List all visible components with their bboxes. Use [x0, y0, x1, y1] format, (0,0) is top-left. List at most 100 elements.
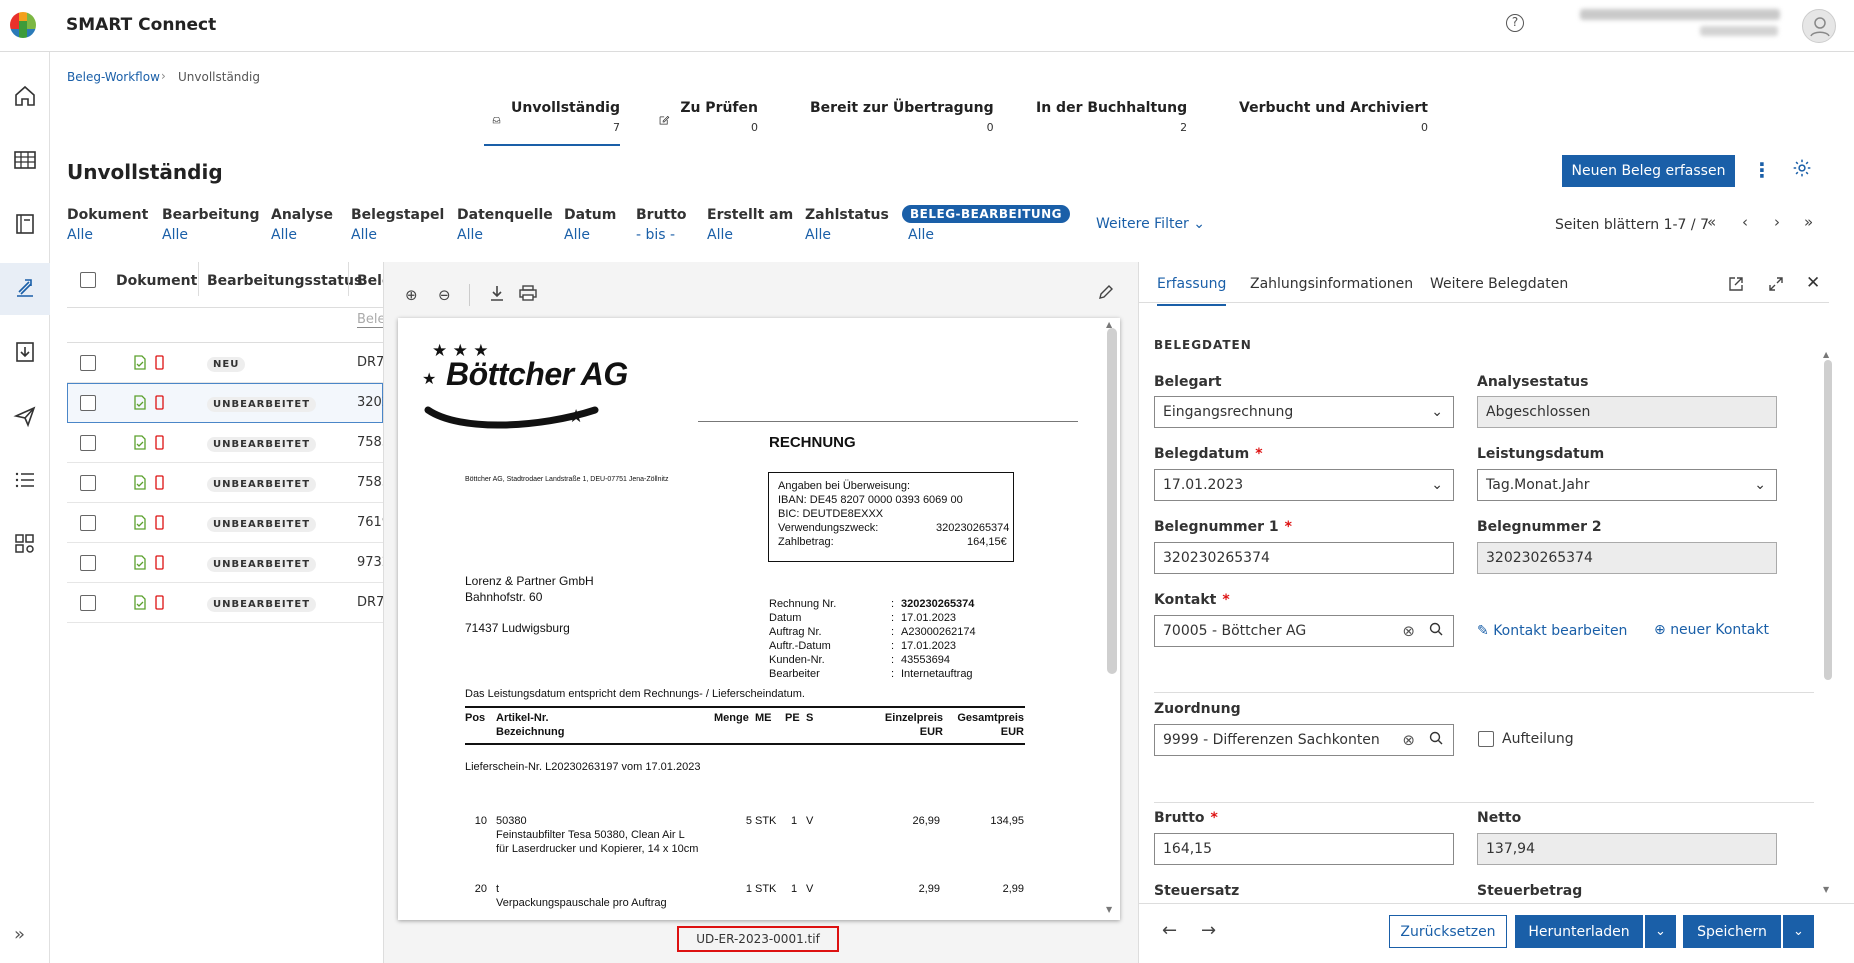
breadcrumb-parent[interactable]: Beleg-Workflow	[67, 70, 160, 84]
prev-document-icon[interactable]: ←	[1162, 920, 1177, 941]
table-icon[interactable]	[10, 145, 40, 175]
col-einzelpreis: Einzelpreis	[884, 712, 943, 724]
company-name: Böttcher AG	[446, 356, 628, 392]
filter-bearbeitung[interactable]: Bearbeitung Alle	[162, 207, 259, 243]
reset-button[interactable]: Zurücksetzen	[1389, 915, 1507, 948]
filter-datum[interactable]: Datum Alle	[564, 207, 616, 243]
payment-ref-value: 320230265374	[936, 522, 1010, 534]
tab-zu-pruefen[interactable]: Zu Prüfen 0	[658, 100, 758, 146]
col-eur-1: EUR	[919, 726, 943, 738]
belegdatum-field[interactable]: 17.01.2023 ⌄	[1154, 469, 1454, 501]
settings-grid-icon[interactable]	[10, 529, 40, 559]
filter-beleg-bearbeitung[interactable]: BELEG-BEARBEITUNG Alle	[902, 205, 1071, 243]
more-options-icon[interactable]: ⋮	[1752, 158, 1772, 182]
scroll-up-icon[interactable]: ▲	[1823, 350, 1829, 359]
row-checkbox[interactable]	[80, 515, 96, 531]
open-external-icon[interactable]	[1728, 276, 1744, 296]
mobile-icon	[155, 395, 164, 414]
filter-dokument[interactable]: Dokument Alle	[67, 207, 148, 243]
close-icon[interactable]: ✕	[1806, 273, 1820, 293]
row-checkbox[interactable]	[80, 595, 96, 611]
col-s: S	[806, 712, 814, 724]
item-pos: 20	[474, 883, 487, 895]
row-checkbox[interactable]	[80, 395, 96, 411]
filter-erstellt-am[interactable]: Erstellt am Alle	[707, 207, 793, 243]
new-document-button[interactable]: Neuen Beleg erfassen	[1562, 155, 1735, 187]
inbox-icon	[492, 117, 501, 124]
col-dokument[interactable]: Dokument	[116, 273, 197, 289]
search-icon	[1429, 622, 1443, 640]
row-checkbox[interactable]	[80, 475, 96, 491]
kontakt-field[interactable]: 70005 - Böttcher AG ⊗	[1154, 615, 1454, 647]
row-checkbox[interactable]	[80, 355, 96, 371]
download-icon[interactable]	[489, 284, 505, 306]
gear-icon[interactable]	[1792, 158, 1812, 182]
item-gesamtpreis: 134,95	[990, 815, 1024, 827]
edit-contact-link[interactable]: ✎ Kontakt bearbeiten	[1477, 623, 1627, 639]
download-button[interactable]: Herunterladen	[1515, 915, 1643, 948]
expand-sidebar-icon[interactable]: »	[14, 924, 25, 945]
filter-brutto[interactable]: Brutto - bis -	[636, 207, 687, 243]
next-document-icon[interactable]: →	[1201, 920, 1216, 941]
filter-zahlstatus[interactable]: Zahlstatus Alle	[805, 207, 889, 243]
save-button[interactable]: Speichern	[1683, 915, 1781, 948]
scroll-down-icon[interactable]: ▼	[1823, 885, 1829, 894]
scroll-up-icon[interactable]: ▲	[1106, 320, 1112, 329]
label-brutto: Brutto *	[1154, 810, 1218, 826]
workflow-icon[interactable]	[10, 273, 40, 303]
brutto-field[interactable]: 164,15	[1154, 833, 1454, 865]
tab-unvollstaendig[interactable]: Unvollständig 7	[484, 100, 620, 146]
list-icon[interactable]	[10, 465, 40, 495]
expand-icon[interactable]	[1768, 276, 1784, 296]
zuordnung-field[interactable]: 9999 - Differenzen Sachkonten ⊗	[1154, 724, 1454, 756]
aufteilung-checkbox[interactable]	[1478, 731, 1494, 747]
last-page-icon[interactable]: »	[1804, 213, 1813, 231]
first-page-icon[interactable]: «	[1707, 213, 1716, 231]
tab-buchhaltung[interactable]: In der Buchhaltung 2	[1026, 100, 1187, 146]
meta-colon: :	[891, 640, 895, 652]
payment-iban: IBAN: DE45 8207 0000 0393 6069 00	[778, 494, 963, 506]
help-icon[interactable]: ?	[1506, 14, 1524, 32]
tab-weitere-belegdaten[interactable]: Weitere Belegdaten	[1430, 276, 1568, 292]
col-bezeichnung: Bezeichnung	[496, 726, 565, 738]
meta-value: 43553694	[901, 654, 950, 666]
details-scrollbar[interactable]	[1824, 360, 1832, 680]
user-icon	[1810, 17, 1830, 37]
print-icon[interactable]	[519, 285, 537, 305]
download-menu-chevron-icon[interactable]: ⌄	[1645, 915, 1676, 948]
filter-belegstapel[interactable]: Belegstapel Alle	[351, 207, 444, 243]
filter-analyse[interactable]: Analyse Alle	[271, 207, 333, 243]
belegart-select[interactable]: Eingangsrechnung ⌄	[1154, 396, 1454, 428]
app-logo[interactable]	[10, 12, 36, 38]
tab-verbucht-archiviert[interactable]: Verbucht und Archiviert 0	[1229, 100, 1428, 146]
select-all-checkbox[interactable]	[80, 272, 96, 288]
row-checkbox[interactable]	[80, 435, 96, 451]
pencil-icon[interactable]	[1098, 284, 1114, 304]
new-contact-link[interactable]: ⊕ neuer Kontakt	[1654, 622, 1769, 638]
zoom-out-icon[interactable]: ⊖	[438, 286, 451, 304]
mobile-icon	[155, 555, 164, 574]
col-pos: Pos	[465, 712, 486, 724]
more-filters-button[interactable]: Weitere Filter ⌄	[1096, 216, 1205, 232]
filter-datenquelle[interactable]: Datenquelle Alle	[457, 207, 553, 243]
home-icon[interactable]	[10, 81, 40, 111]
next-page-icon[interactable]: ›	[1774, 213, 1780, 231]
row-checkbox[interactable]	[80, 555, 96, 571]
zoom-in-icon[interactable]: ⊕	[405, 286, 418, 304]
col-bearbeitungsstatus[interactable]: Bearbeitungsstatus	[207, 273, 362, 289]
document-icon[interactable]	[10, 209, 40, 239]
prev-page-icon[interactable]: ‹	[1742, 213, 1748, 231]
item-pos: 10	[474, 815, 487, 827]
leistungsdatum-field[interactable]: Tag.Monat.Jahr ⌄	[1477, 469, 1777, 501]
tab-zahlungsinformationen[interactable]: Zahlungsinformationen	[1250, 276, 1413, 292]
import-icon[interactable]	[10, 337, 40, 367]
belegnummer-1-field[interactable]: 320230265374	[1154, 542, 1454, 574]
document-status-icon	[134, 355, 146, 374]
tab-bereit-uebertragung[interactable]: Bereit zur Übertragung 0	[800, 100, 994, 146]
avatar[interactable]	[1802, 9, 1836, 43]
save-menu-chevron-icon[interactable]: ⌄	[1783, 915, 1814, 948]
meta-label: Kunden-Nr.	[769, 654, 825, 666]
scroll-down-icon[interactable]: ▼	[1106, 905, 1112, 914]
viewer-scrollbar[interactable]	[1107, 328, 1117, 674]
send-icon[interactable]	[10, 401, 40, 431]
